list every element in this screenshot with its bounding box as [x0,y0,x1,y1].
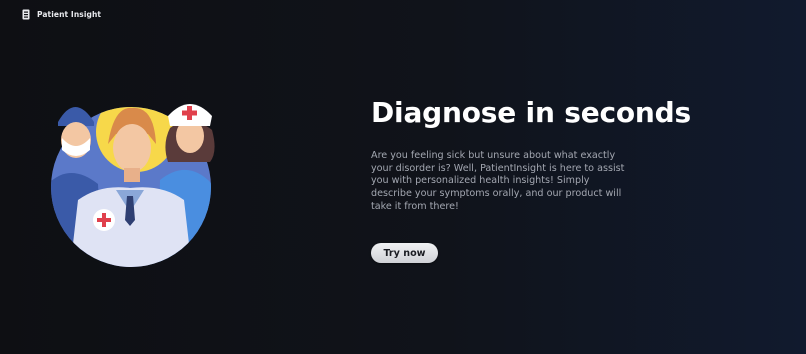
left-nurse [58,107,94,158]
brand-name: Patient Insight [37,9,102,19]
hero-title: Diagnose in seconds [371,96,691,129]
top-bar: Patient Insight [22,7,101,21]
document-icon [22,9,30,19]
hero-description: Are you feeling sick but unsure about wh… [371,150,625,212]
right-nurse [165,104,215,162]
medical-team-illustration [51,104,215,267]
try-now-button[interactable]: Try now [371,243,438,263]
